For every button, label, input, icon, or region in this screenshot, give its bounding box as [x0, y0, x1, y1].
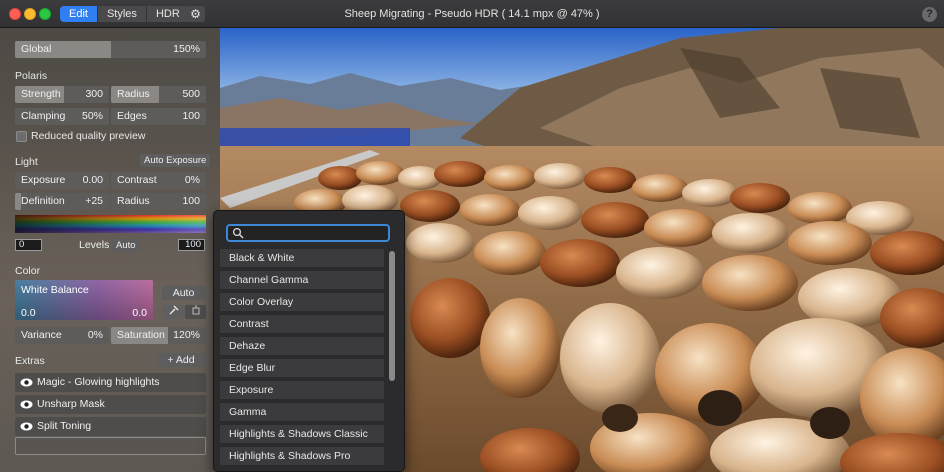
menu-item-gamma[interactable]: Gamma: [219, 402, 385, 422]
tab-styles[interactable]: Styles: [98, 6, 147, 22]
extra-item-magic-glowing-highlights[interactable]: Magic - Glowing highlights: [15, 373, 206, 392]
tab-edit[interactable]: Edit: [60, 6, 98, 22]
light-radius-value: 100: [182, 195, 200, 207]
white-balance-pad[interactable]: White Balance 0.0 0.0: [15, 280, 153, 320]
extra-item-label: Split Toning: [37, 420, 92, 432]
light-radius-label: Radius: [117, 195, 150, 207]
polaris-radius-slider[interactable]: Radius 500: [111, 86, 206, 103]
extras-drop-area[interactable]: [15, 437, 206, 455]
wb-target-icon[interactable]: [185, 305, 206, 319]
extras-search-field[interactable]: [226, 224, 390, 242]
tab-hdr[interactable]: HDR: [147, 6, 189, 22]
polaris-radius-label: Radius: [117, 88, 150, 100]
light-section-title: Light: [15, 156, 38, 168]
auto-exposure-button[interactable]: Auto Exposure: [140, 154, 211, 167]
maximize-window-button[interactable]: [39, 8, 51, 20]
exposure-value: 0.00: [82, 174, 103, 186]
gear-icon[interactable]: ⚙: [186, 6, 205, 22]
variance-value: 0%: [87, 329, 103, 341]
extra-item-unsharp-mask[interactable]: Unsharp Mask: [15, 395, 206, 414]
search-icon: [232, 227, 244, 239]
contrast-value: 0%: [184, 174, 200, 186]
reduced-quality-checkbox[interactable]: [16, 131, 27, 142]
color-section-title: Color: [15, 265, 41, 277]
extra-item-label: Unsharp Mask: [37, 398, 105, 410]
edit-sidebar: Global 150% Polaris Strength 300 Radius …: [0, 28, 220, 472]
saturation-value: 120%: [173, 329, 200, 341]
extras-list: Black & White Channel Gamma Color Overla…: [219, 248, 385, 468]
menu-item-black-white[interactable]: Black & White: [219, 248, 385, 268]
eyedropper-icon[interactable]: [163, 305, 184, 319]
extra-item-split-toning[interactable]: Split Toning: [15, 417, 206, 436]
clamping-value: 50%: [81, 110, 103, 122]
global-label: Global: [21, 43, 52, 55]
title-bar: Edit Styles HDR ⚙ Sheep Migrating - Pseu…: [0, 0, 944, 28]
add-extra-button[interactable]: + Add: [157, 353, 205, 367]
close-window-button[interactable]: [9, 8, 21, 20]
definition-value: +25: [85, 195, 103, 207]
edges-slider[interactable]: Edges 100: [111, 108, 206, 125]
levels-high-field[interactable]: 100: [178, 239, 205, 251]
exposure-slider[interactable]: Exposure 0.00: [15, 172, 109, 189]
levels-auto-button[interactable]: Auto: [112, 239, 140, 252]
eye-icon[interactable]: [20, 377, 33, 388]
mode-segmented-control: Edit Styles HDR: [60, 6, 189, 22]
white-balance-auto-button[interactable]: Auto: [162, 286, 205, 300]
eye-icon[interactable]: [20, 421, 33, 432]
contrast-label: Contrast: [117, 174, 157, 186]
menu-item-exposure[interactable]: Exposure: [219, 380, 385, 400]
clamping-slider[interactable]: Clamping 50%: [15, 108, 109, 125]
levels-label: Levels: [79, 239, 110, 251]
strength-slider[interactable]: Strength 300: [15, 86, 109, 103]
menu-item-color-overlay[interactable]: Color Overlay: [219, 292, 385, 312]
menu-item-contrast[interactable]: Contrast: [219, 314, 385, 334]
help-icon[interactable]: ?: [922, 7, 937, 22]
menu-item-highlights-shadows-pro[interactable]: Highlights & Shadows Pro: [219, 446, 385, 466]
eye-icon[interactable]: [20, 399, 33, 410]
reduced-quality-label: Reduced quality preview: [31, 130, 146, 142]
exposure-label: Exposure: [21, 174, 66, 186]
strength-label: Strength: [21, 88, 61, 100]
levels-histogram[interactable]: [15, 215, 206, 233]
popup-scrollbar[interactable]: [389, 251, 395, 381]
polaris-radius-value: 500: [182, 88, 200, 100]
strength-value: 300: [85, 88, 103, 100]
extras-section-title: Extras: [15, 355, 45, 367]
menu-item-channel-gamma[interactable]: Channel Gamma: [219, 270, 385, 290]
global-value: 150%: [173, 43, 200, 55]
edges-label: Edges: [117, 110, 147, 122]
definition-slider[interactable]: Definition +25: [15, 193, 109, 210]
menu-item-edge-blur[interactable]: Edge Blur: [219, 358, 385, 378]
wb-tint-value: 0.0: [132, 307, 147, 319]
contrast-slider[interactable]: Contrast 0%: [111, 172, 206, 189]
minimize-window-button[interactable]: [24, 8, 36, 20]
add-extra-popup: Black & White Channel Gamma Color Overla…: [213, 210, 405, 472]
definition-label: Definition: [21, 195, 65, 207]
clamping-label: Clamping: [21, 110, 66, 122]
saturation-label: Saturation: [117, 329, 165, 341]
variance-label: Variance: [21, 329, 62, 341]
search-input[interactable]: [246, 226, 386, 240]
edges-value: 100: [182, 110, 200, 122]
levels-low-field[interactable]: 0: [15, 239, 42, 251]
saturation-slider[interactable]: Saturation 120%: [111, 327, 206, 344]
variance-slider[interactable]: Variance 0%: [15, 327, 109, 344]
menu-item-dehaze[interactable]: Dehaze: [219, 336, 385, 356]
polaris-section-title: Polaris: [15, 70, 48, 82]
global-slider[interactable]: Global 150%: [15, 41, 206, 58]
wb-temperature-value: 0.0: [21, 307, 36, 319]
extra-item-label: Magic - Glowing highlights: [37, 376, 160, 388]
menu-item-highlights-shadows-classic[interactable]: Highlights & Shadows Classic: [219, 424, 385, 444]
white-balance-label: White Balance: [21, 284, 89, 296]
light-radius-slider[interactable]: Radius 100: [111, 193, 206, 210]
